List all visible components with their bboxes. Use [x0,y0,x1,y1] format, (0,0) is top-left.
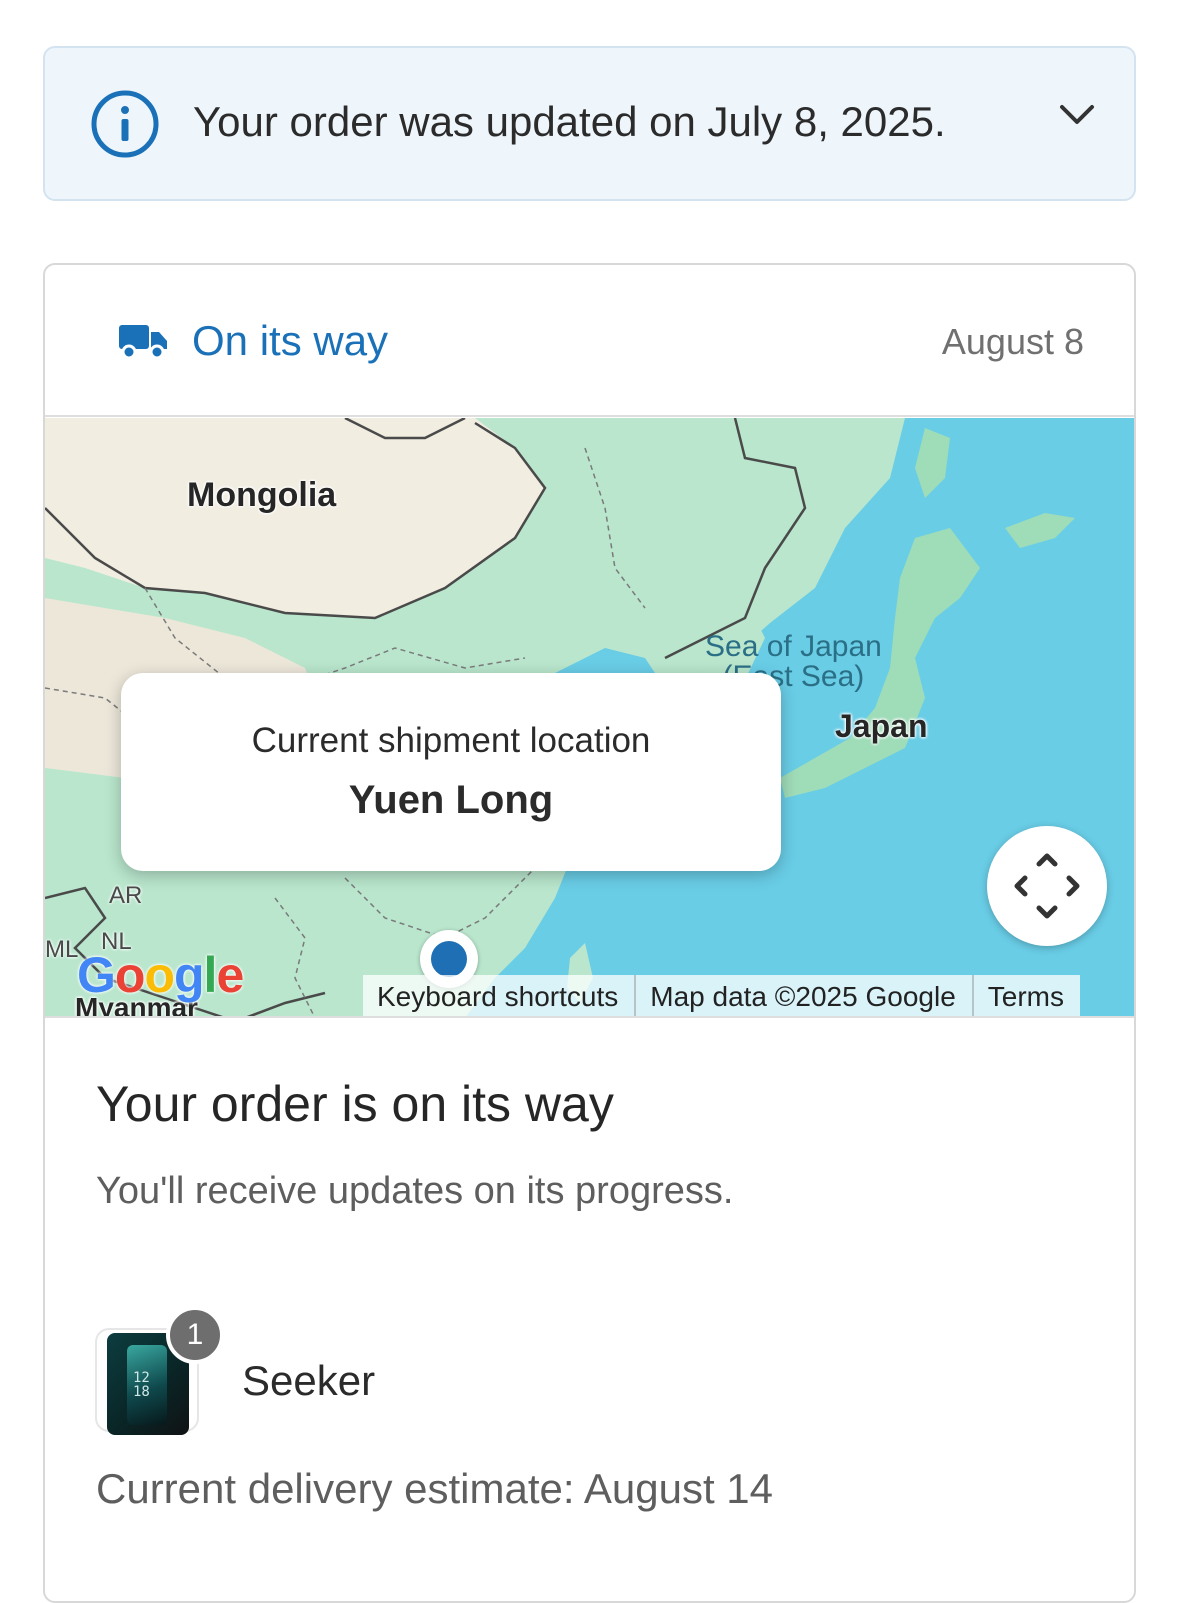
chevron-down-icon[interactable] [1057,100,1097,130]
product-name[interactable]: Seeker [242,1357,375,1405]
popup-location: Yuen Long [348,778,554,822]
map-recenter-button[interactable] [987,826,1107,946]
quantity-badge: 1 [166,1306,224,1364]
map-data-text: Map data ©2025 Google [636,975,974,1016]
map-attribution: Keyboard shortcuts Map data ©2025 Google… [363,975,1080,1016]
shipment-date: August 8 [941,321,1084,362]
map-label-mongolia: Mongolia [187,476,337,514]
info-icon [91,90,159,158]
map-label-ml: ML [45,936,79,963]
order-update-banner[interactable]: Your order was updated on July 8, 2025. [43,46,1136,201]
shipment-map[interactable]: Mongolia Sea of Japan (East Sea) Japan A… [45,418,1134,1018]
terms-link[interactable]: Terms [974,975,1080,1016]
keyboard-shortcuts-link[interactable]: Keyboard shortcuts [363,975,637,1016]
map-label-japan: Japan [835,708,928,744]
move-arrows-icon [1014,853,1080,919]
shipment-location-popup: Current shipment location Yuen Long [121,673,781,871]
shipment-card: On its way August 8 Mongolia Sea of Japa… [43,263,1136,1603]
popup-title: Current shipment location [251,721,651,760]
phone-clock: 12 18 [133,1370,150,1400]
google-logo: Google [77,947,244,1003]
shipment-status: On its way [192,317,389,364]
shipment-header: On its way August 8 [45,265,1134,417]
delivery-estimate: Current delivery estimate: August 14 [96,1465,774,1512]
map-label-ar: AR [109,882,143,909]
banner-message: Your order was updated on July 8, 2025. [193,98,946,145]
truck-icon [119,325,167,359]
order-status-title: Your order is on its way [96,1076,614,1132]
order-status-subtitle: You'll receive updates on its progress. [96,1170,734,1212]
map-label-sea-line1: Sea of Japan [705,630,882,663]
